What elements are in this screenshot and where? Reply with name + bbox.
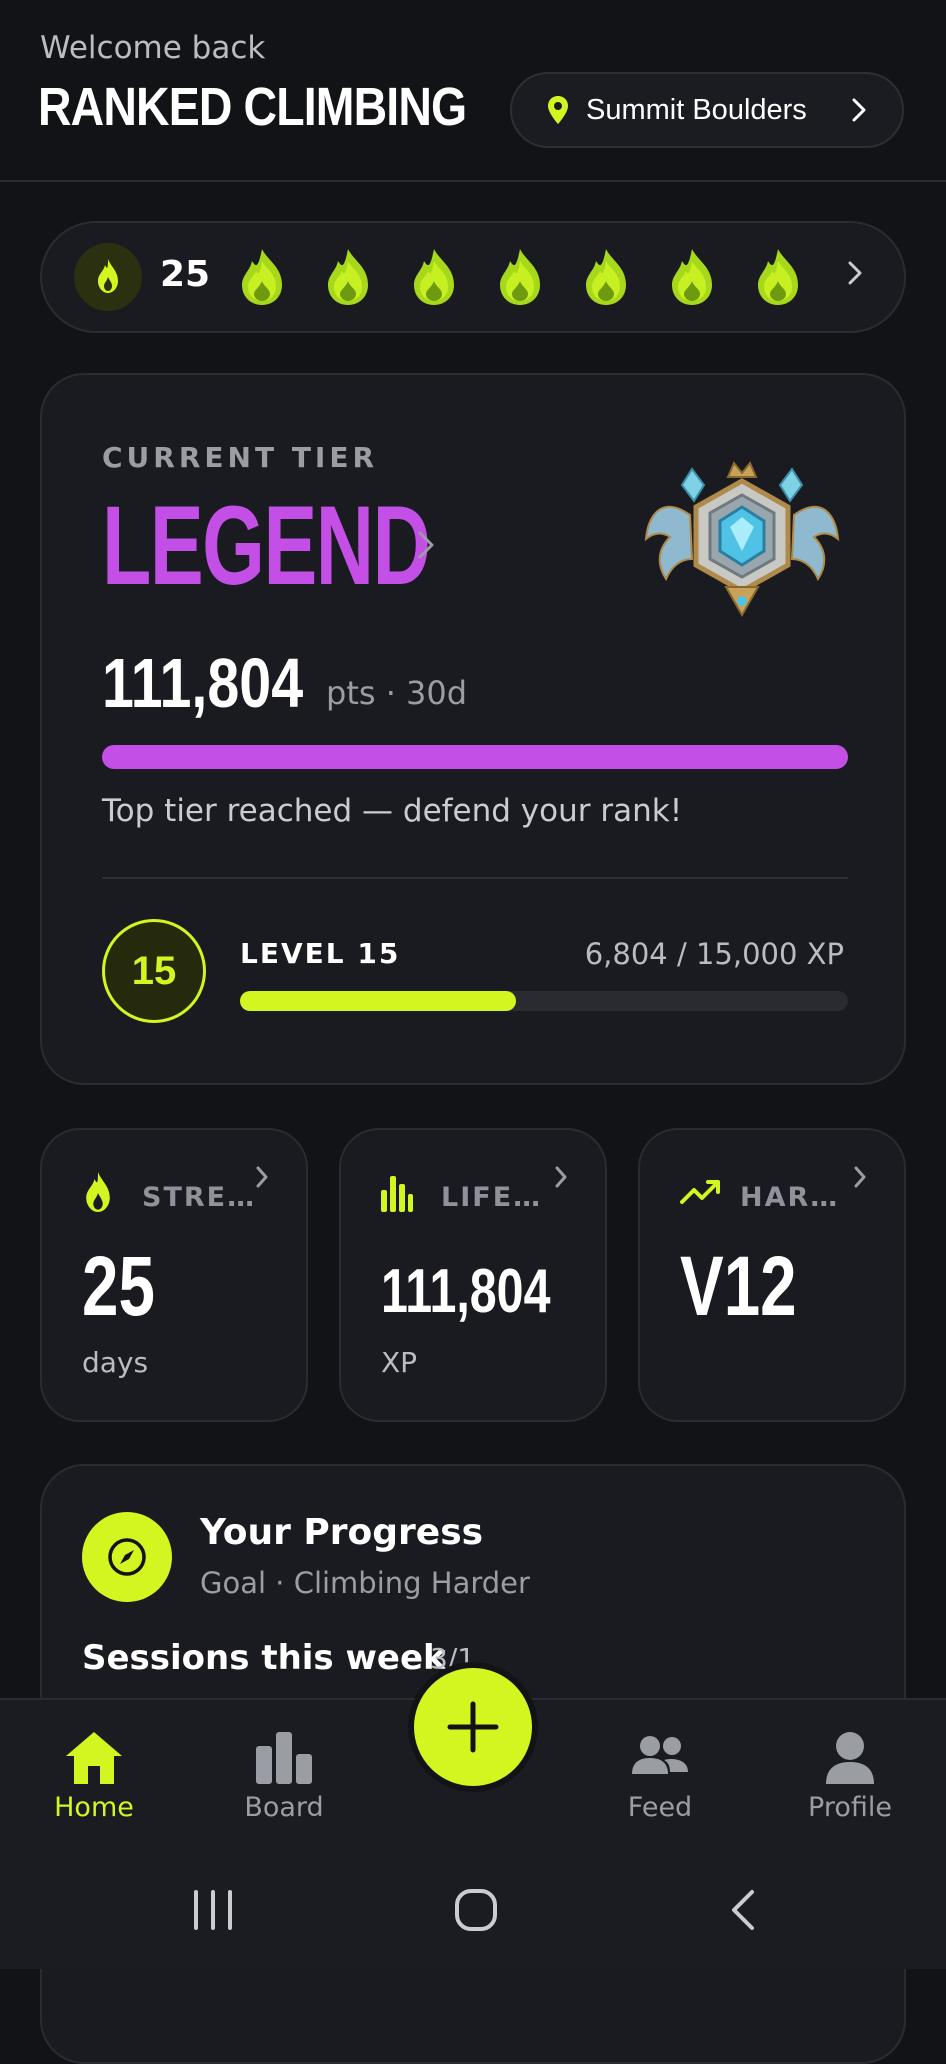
flame-icon: [324, 247, 372, 307]
gym-selector-button[interactable]: Summit Boulders: [510, 72, 904, 148]
nav-label: Feed: [627, 1792, 693, 1823]
people-icon: [632, 1736, 688, 1774]
nav-profile[interactable]: Profile: [780, 1730, 920, 1830]
stat-value: 111,804: [381, 1257, 551, 1326]
welcome-text: Welcome back: [40, 30, 266, 66]
level-badge: 15: [102, 919, 206, 1023]
stat-card-streak[interactable]: STRE… 25 days: [40, 1128, 308, 1422]
leaderboard-icon: [256, 1732, 312, 1784]
nav-label: Home: [54, 1792, 134, 1823]
chevron-right-icon: [418, 531, 434, 559]
flame-icon: [668, 247, 716, 307]
stat-unit: XP: [381, 1346, 418, 1379]
home-icon: [66, 1732, 122, 1784]
progress-subtitle: Goal · Climbing Harder: [200, 1566, 530, 1600]
add-session-button[interactable]: [408, 1662, 538, 1792]
chevron-right-icon: [854, 1166, 866, 1188]
flame-icon: [86, 1172, 110, 1212]
stat-card-lifetime[interactable]: LIFE… 111,804 XP: [339, 1128, 607, 1422]
sessions-label: Sessions this week: [82, 1638, 446, 1678]
chevron-right-icon: [555, 1166, 567, 1188]
home-system-icon[interactable]: [454, 1888, 498, 1932]
nav-home[interactable]: Home: [24, 1730, 164, 1830]
level-label: LEVEL 15: [240, 937, 401, 970]
back-icon[interactable]: [728, 1888, 756, 1932]
tier-card-divider: [102, 877, 848, 879]
bar-chart-icon: [381, 1176, 413, 1212]
flame-icon: [582, 247, 630, 307]
streak-badge: [74, 243, 142, 311]
recent-apps-icon[interactable]: [192, 1890, 234, 1930]
streak-bar[interactable]: 25: [40, 221, 906, 333]
tier-card[interactable]: CURRENT TIER LEGEND 111,804 pts · 30d To…: [40, 373, 906, 1085]
plus-icon: [447, 1701, 499, 1753]
system-nav-bar: [0, 1840, 946, 1969]
flame-icon: [754, 247, 802, 307]
stat-value: V12: [680, 1239, 797, 1333]
tier-label: CURRENT TIER: [102, 441, 379, 474]
chevron-right-icon: [852, 98, 866, 122]
streak-count: 25: [160, 254, 211, 295]
tier-points: 111,804: [102, 644, 304, 722]
progress-title: Your Progress: [200, 1512, 484, 1553]
flame-icon: [238, 247, 286, 307]
chevron-right-icon: [848, 261, 862, 285]
nav-board[interactable]: Board: [214, 1730, 354, 1830]
tier-points-unit: pts · 30d: [326, 674, 468, 712]
nav-label: Board: [244, 1792, 324, 1823]
tier-progress-fill: [102, 745, 848, 769]
stat-label: STRE…: [142, 1182, 257, 1213]
nav-label: Profile: [808, 1792, 892, 1823]
nav-feed[interactable]: Feed: [590, 1730, 730, 1830]
chevron-right-icon: [256, 1166, 268, 1188]
stat-unit: days: [82, 1346, 149, 1379]
flame-icon: [98, 259, 118, 293]
tier-name: LEGEND: [102, 483, 431, 608]
flame-icon: [410, 247, 458, 307]
xp-progress-fill: [240, 991, 516, 1011]
compass-icon: [82, 1512, 172, 1602]
stat-label: HAR…: [740, 1182, 840, 1213]
xp-progress-bar: [240, 991, 848, 1011]
tier-message: Top tier reached — defend your rank!: [102, 793, 683, 829]
stat-label: LIFE…: [441, 1182, 543, 1213]
level-xp-text: 6,804 / 15,000 XP: [584, 937, 844, 971]
flame-icon: [496, 247, 544, 307]
tier-progress-bar: [102, 745, 848, 769]
stat-value: 25: [82, 1239, 155, 1333]
header-divider: [0, 180, 946, 182]
profile-icon: [826, 1732, 874, 1784]
page-title: RANKED CLIMBING: [38, 77, 467, 137]
location-pin-icon: [548, 96, 568, 124]
gym-name: Summit Boulders: [586, 93, 807, 126]
legend-tier-emblem: [644, 461, 840, 618]
trending-up-icon: [680, 1180, 720, 1204]
stat-card-hardest[interactable]: HAR… V12: [638, 1128, 906, 1422]
